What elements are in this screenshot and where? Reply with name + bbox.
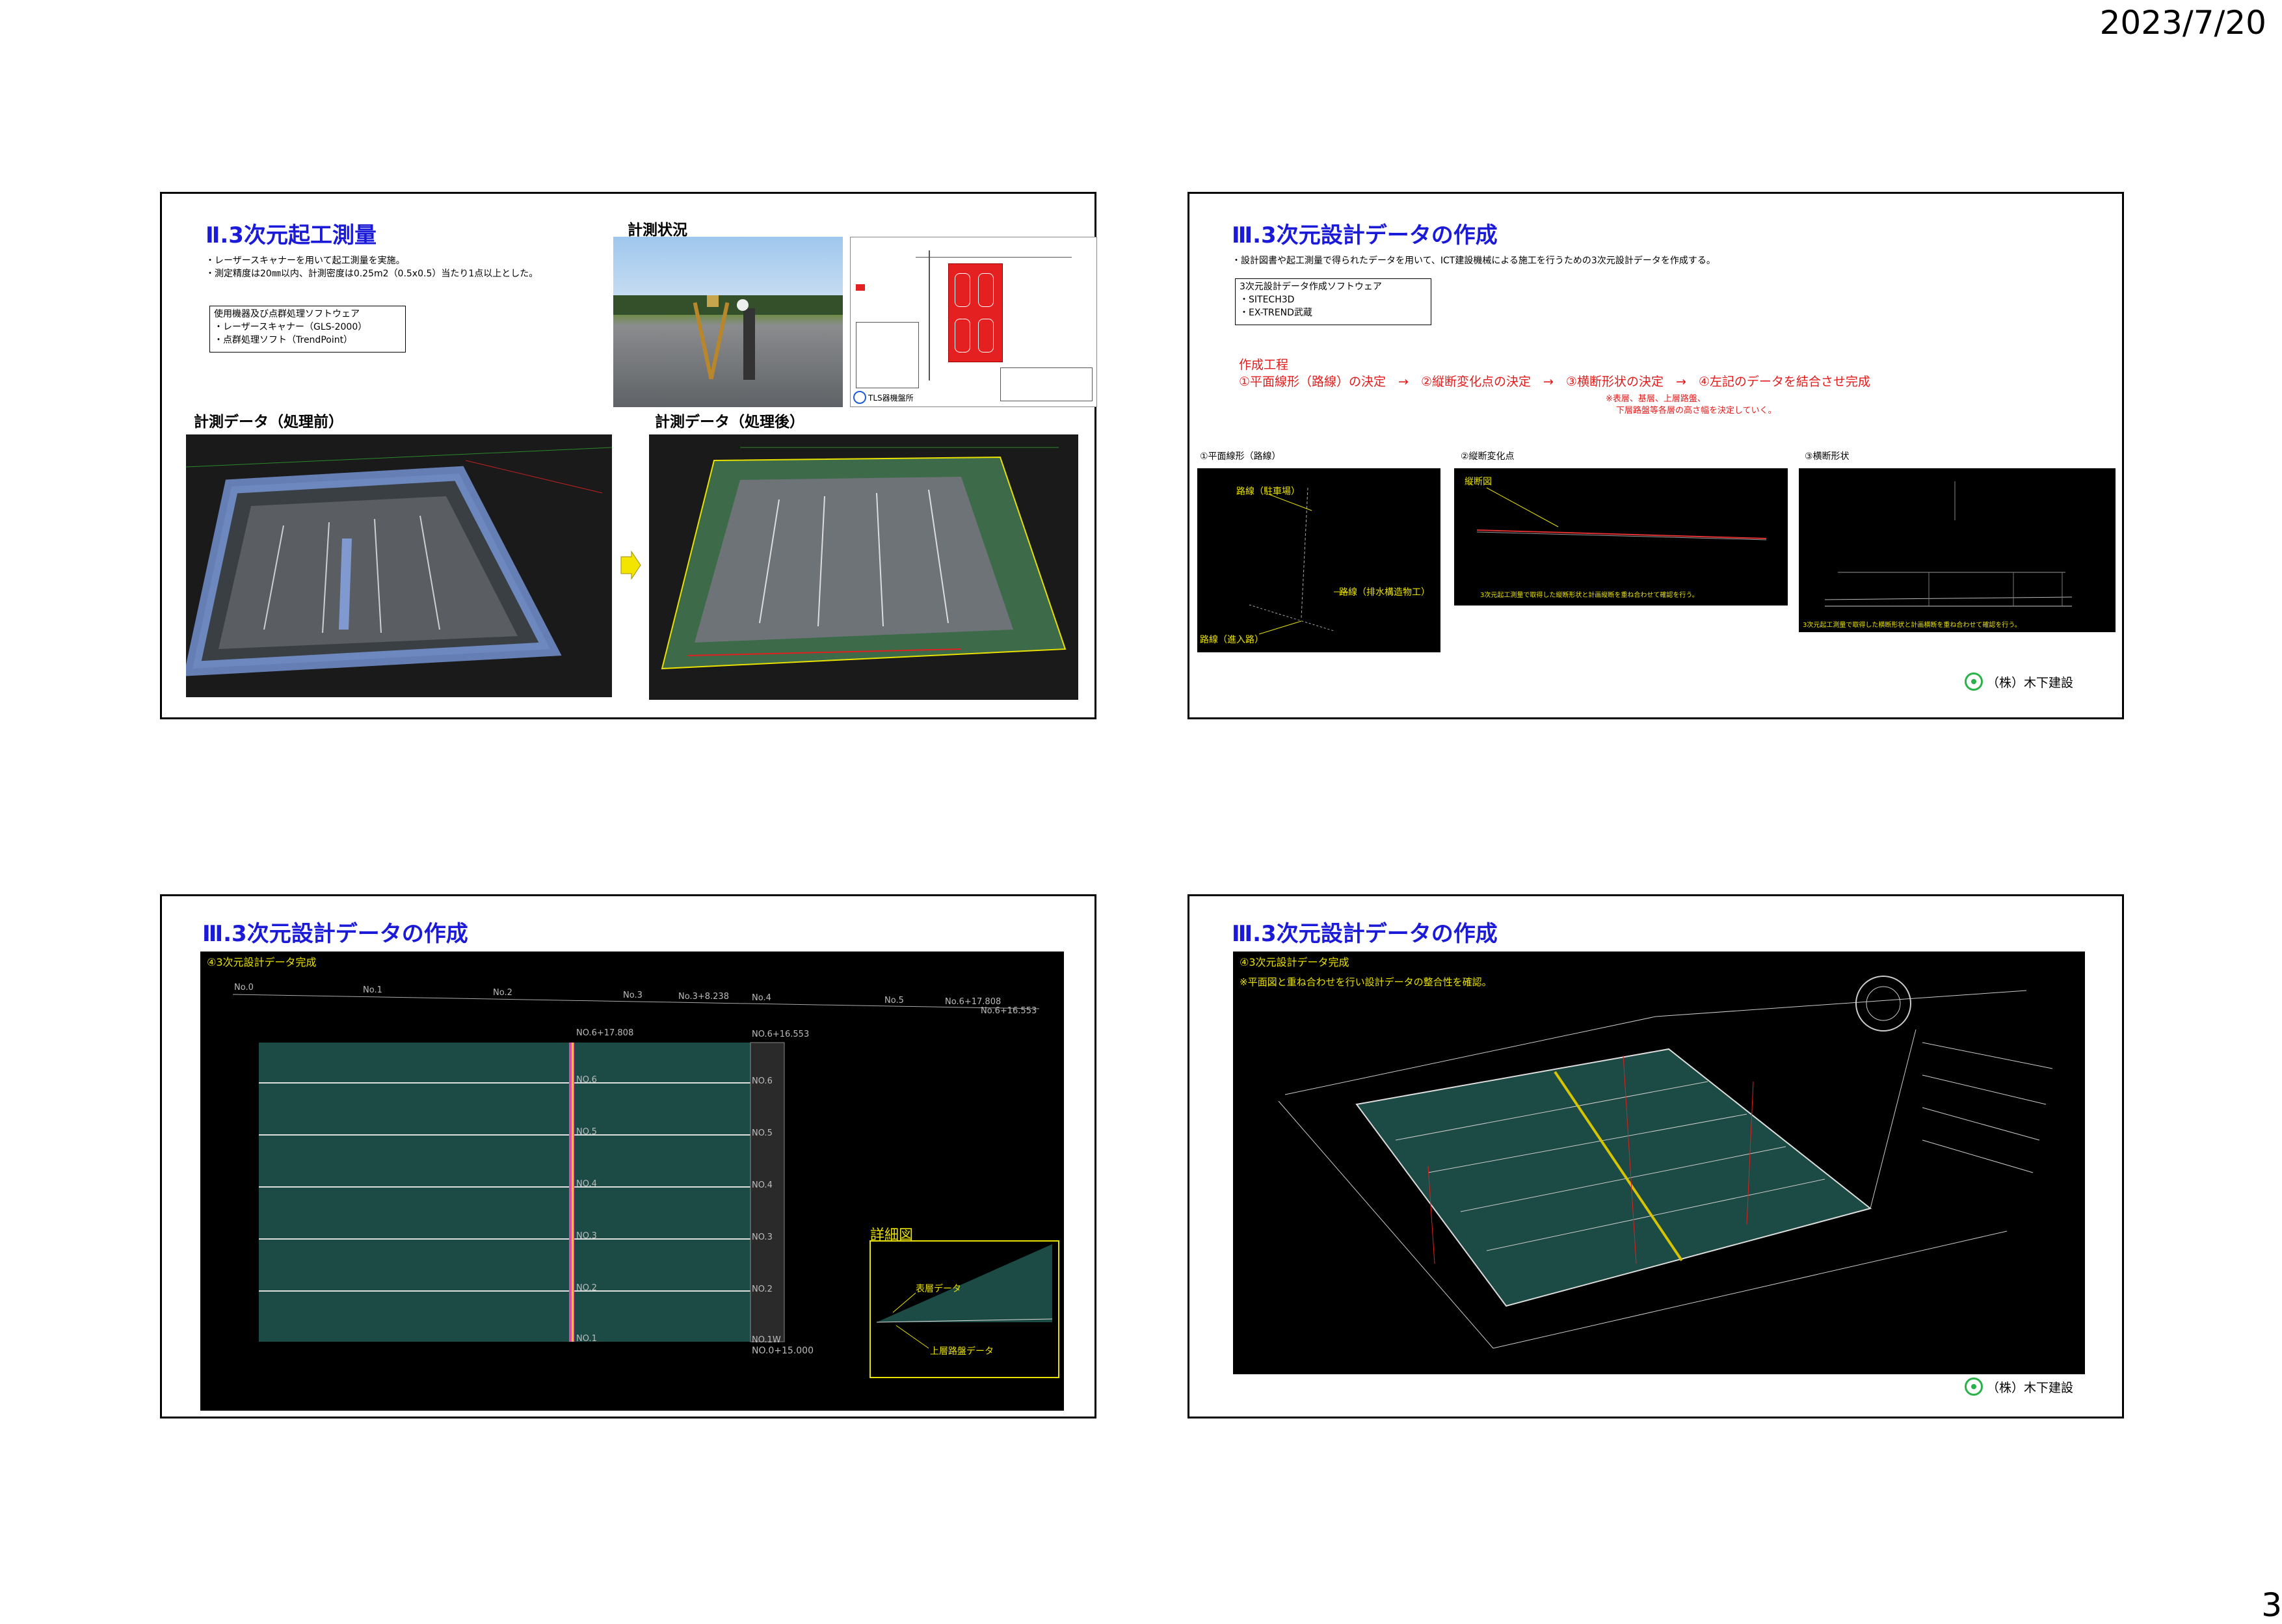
process-note: ※表層、基層、上層路盤、 [1606,394,1706,404]
station-label: NO.2 [576,1283,597,1293]
software-item: ・EX-TREND武蔵 [1240,308,1312,318]
station-label: NO.6 [752,1076,773,1086]
design-data-view: ④3次元設計データ完成 No.0 No.1 No.2 No.3 No.3+8.2… [200,952,1064,1411]
slide-title: Ⅱ.3次元起工測量 [206,222,377,248]
point-cloud-before [186,434,612,697]
bullet: ・設計図書や起工測量で得られたデータを用いて、ICT建設機械による施工を行うため… [1232,256,1716,266]
site-plan-drawing: TLS器機盤所 [850,237,1097,407]
station-label: NO.3 [752,1232,773,1242]
alignment-panel: 路線（駐車場） 路線（排水構造物工） 路線（進入路） [1197,468,1440,652]
overlay-view: ④3次元設計データ完成 ※平面図と重ね合わせを行い設計データの整合性を確認。 [1233,952,2085,1374]
slide-2: Ⅲ.3次元設計データの作成 ・設計図書や起工測量で得られたデータを用いて、ICT… [1187,192,2124,719]
station-label: NO.5 [576,1127,597,1137]
station-label: NO.5 [752,1128,773,1138]
station-label: NO.4 [752,1180,773,1190]
cross-section-note: 3次元起工測量で取得した横断形状と計画横断を重ね合わせて確認を行う。 [1803,622,2021,629]
survey-photo [613,237,843,407]
tls-label: TLS器機盤所 [868,393,914,403]
company-name: （株）木下建設 [1987,1380,2074,1395]
station-label: NO.2 [752,1285,773,1294]
bullet-1: ・レーザースキャナーを用いて起工測量を実施。 [206,256,405,266]
company-name: （株）木下建設 [1987,675,2074,690]
profile-note: 3次元起工測量で取得した縦断形状と計画縦断を重ね合わせて確認を行う。 [1480,592,1699,599]
company-logo: （株）木下建設 [1965,1378,2073,1396]
slide-title: Ⅲ.3次元設計データの作成 [1232,921,1498,947]
software-item: ・SITECH3D [1240,295,1295,305]
station-label: No.6+17.808 [945,997,1002,1007]
before-caption: 計測データ（処理前） [194,414,343,431]
alignment-label: 路線（進入路） [1200,635,1264,645]
station-label: No.3 [623,991,643,1000]
photo-caption: 計測状況 [628,222,687,239]
detail-label: 上層路盤データ [930,1346,994,1357]
station-label: NO.1W [752,1335,781,1345]
equipment-item: ・点群処理ソフト（TrendPoint） [214,335,353,345]
slide-4: Ⅲ.3次元設計データの作成 ④3次元設計データ完成 ※平面図と重ね合わせを行い設… [1187,894,2124,1418]
slide-title: Ⅲ.3次元設計データの作成 [1232,222,1498,248]
slide-title: Ⅲ.3次元設計データの作成 [202,921,468,947]
profile-label: 縦断図 [1465,477,1492,487]
profile-panel: 縦断図 3次元起工測量で取得した縦断形状と計画縦断を重ね合わせて確認を行う。 [1454,468,1788,606]
station-label: No.4 [752,993,771,1003]
software-heading: 3次元設計データ作成ソフトウェア [1240,282,1382,292]
equipment-item: ・レーザースキャナー（GLS-2000） [214,322,367,332]
detail-title: 詳細図 [870,1227,914,1244]
slide-3: Ⅲ.3次元設計データの作成 ④3次元設計データ完成 No.0 No.1 No.2… [160,894,1096,1418]
station-label: NO.6+17.808 [576,1028,634,1038]
company-logo: （株）木下建設 [1965,672,2073,691]
station-label: NO.1 [576,1334,597,1344]
station-label: NO.6+16.553 [752,1030,810,1039]
process-note: 下層路盤等各層の高さ幅を決定していく。 [1616,406,1777,416]
station-label: NO.6 [576,1075,597,1085]
station-label: No.0 [234,983,254,992]
process-line: ①平面線形（路線）の決定 → ②縦断変化点の決定 → ③横断形状の決定 → ④左… [1239,375,1870,389]
point-cloud-after [649,434,1078,700]
alignment-label: 路線（排水構造物工） [1339,587,1430,598]
arrow-right-icon [620,550,642,583]
station-label: No.1 [363,985,382,995]
station-label: No.6+16.553 [981,1006,1037,1016]
alignment-label: 路線（駐車場） [1236,486,1300,497]
station-label: No.5 [884,996,904,1005]
company-logo-icon [1965,672,1983,691]
panel1-caption: ①平面線形（路線） [1200,451,1281,462]
panel2-caption: ②縦断変化点 [1461,451,1515,462]
panel3-caption: ③横断形状 [1805,451,1850,462]
station-label: NO.0+15.000 [752,1346,814,1356]
station-label: NO.4 [576,1179,597,1189]
cross-section-panel: 3次元起工測量で取得した横断形状と計画横断を重ね合わせて確認を行う。 [1799,468,2116,632]
company-logo-icon [1965,1378,1983,1396]
after-caption: 計測データ（処理後） [655,414,804,431]
equipment-box: 使用機器及び点群処理ソフトウェア ・レーザースキャナー（GLS-2000） ・点… [209,306,406,353]
equipment-heading: 使用機器及び点群処理ソフトウェア [214,309,360,319]
page-date: 2023/7/20 [2099,4,2266,42]
station-label: No.2 [493,988,512,998]
slide-1: Ⅱ.3次元起工測量 ・レーザースキャナーを用いて起工測量を実施。 ・測定精度は2… [160,192,1097,719]
process-heading: 作成工程 [1239,358,1289,372]
software-box: 3次元設計データ作成ソフトウェア ・SITECH3D ・EX-TREND武蔵 [1235,278,1431,325]
page-number: 3 [2261,1586,2282,1624]
station-label: No.3+8.238 [678,992,729,1002]
detail-label: 表層データ [916,1284,961,1294]
bullet-2: ・測定精度は20㎜以内、計測密度は0.25m2（0.5x0.5）当たり1点以上と… [206,269,538,279]
station-label: NO.3 [576,1231,597,1241]
